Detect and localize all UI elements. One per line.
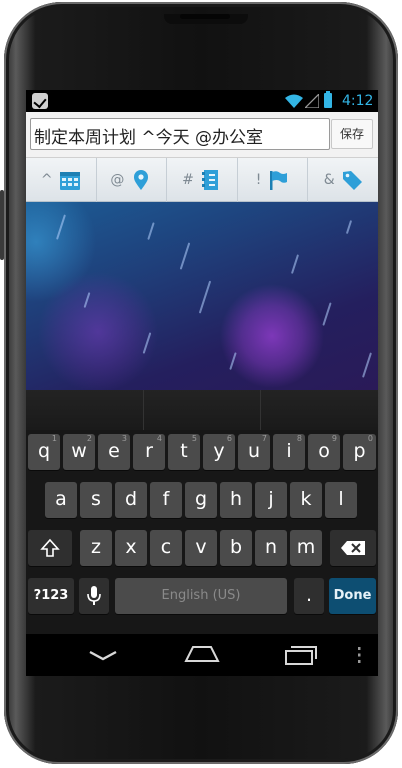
signal-icon bbox=[305, 94, 319, 108]
backspace-icon bbox=[341, 541, 365, 555]
overflow-menu-icon[interactable] bbox=[356, 646, 362, 664]
key-i[interactable]: i8 bbox=[273, 434, 305, 470]
key-h[interactable]: h bbox=[220, 482, 252, 518]
checkmark-icon bbox=[32, 93, 48, 109]
key-s[interactable]: s bbox=[80, 482, 112, 518]
key-p[interactable]: p0 bbox=[343, 434, 376, 470]
key-u[interactable]: u7 bbox=[238, 434, 270, 470]
key-l[interactable]: l bbox=[325, 482, 357, 518]
key-v[interactable]: v bbox=[185, 530, 217, 566]
date-symbol-button[interactable]: ^ bbox=[26, 158, 97, 202]
key-hint: 0 bbox=[367, 434, 373, 443]
soft-keyboard: q1 w2 e3 r4 t5 y6 u7 i8 o9 p0 a s d f g … bbox=[26, 430, 378, 634]
symbol-toolbar: ^ @ # ! & bbox=[26, 158, 378, 202]
key-o[interactable]: o9 bbox=[308, 434, 340, 470]
key-label: u bbox=[247, 440, 261, 462]
symbol-char: # bbox=[182, 172, 194, 188]
key-label: q bbox=[37, 440, 51, 462]
period-key[interactable]: . bbox=[294, 578, 324, 614]
flag-icon bbox=[270, 171, 288, 190]
key-hint: 6 bbox=[226, 434, 232, 443]
symbols-key[interactable]: ?123 bbox=[28, 578, 74, 614]
key-label: t bbox=[180, 440, 188, 462]
key-f[interactable]: f bbox=[150, 482, 182, 518]
key-label: i bbox=[286, 440, 292, 462]
tag-symbol-button[interactable]: & bbox=[308, 158, 378, 202]
list-symbol-button[interactable]: # bbox=[167, 158, 238, 202]
key-m[interactable]: m bbox=[290, 530, 322, 566]
task-entry-bar: 制定本周计划 ^今天 @办公室 保存 bbox=[26, 112, 378, 158]
symbol-char: ! bbox=[255, 172, 262, 188]
back-icon[interactable] bbox=[88, 648, 118, 662]
key-q[interactable]: q1 bbox=[28, 434, 60, 470]
symbol-char: @ bbox=[110, 172, 125, 188]
key-e[interactable]: e3 bbox=[98, 434, 130, 470]
shift-key[interactable] bbox=[28, 530, 72, 566]
navigation-bar bbox=[26, 634, 378, 676]
key-g[interactable]: g bbox=[185, 482, 217, 518]
volume-button bbox=[0, 190, 4, 260]
key-label: r bbox=[145, 440, 153, 462]
key-z[interactable]: z bbox=[80, 530, 112, 566]
battery-icon bbox=[324, 91, 332, 108]
status-bar: 4:12 bbox=[26, 90, 378, 112]
key-label: o bbox=[318, 440, 330, 462]
key-hint: 7 bbox=[261, 434, 267, 443]
key-r[interactable]: r4 bbox=[133, 434, 165, 470]
backspace-key[interactable] bbox=[330, 530, 376, 566]
key-hint: 1 bbox=[51, 434, 57, 443]
key-hint: 3 bbox=[121, 434, 127, 443]
key-hint: 8 bbox=[296, 434, 302, 443]
key-t[interactable]: t5 bbox=[168, 434, 200, 470]
key-w[interactable]: w2 bbox=[63, 434, 95, 470]
key-label: e bbox=[108, 440, 120, 462]
key-a[interactable]: a bbox=[45, 482, 77, 518]
device-screen: 4:12 制定本周计划 ^今天 @办公室 保存 ^ @ # ! & q 1 w … bbox=[26, 90, 378, 676]
suggestion-slot[interactable] bbox=[26, 390, 144, 430]
priority-symbol-button[interactable]: ! bbox=[238, 158, 309, 202]
done-key[interactable]: Done bbox=[329, 578, 376, 614]
wallpaper-background bbox=[26, 202, 378, 390]
key-x[interactable]: x bbox=[115, 530, 147, 566]
key-label: y bbox=[213, 440, 225, 462]
key-y[interactable]: y6 bbox=[203, 434, 235, 470]
recents-icon[interactable] bbox=[284, 644, 318, 666]
microphone-icon bbox=[87, 586, 101, 605]
key-hint: 4 bbox=[156, 434, 162, 443]
wifi-icon bbox=[285, 94, 303, 108]
shift-arrow-icon bbox=[40, 538, 60, 557]
task-input[interactable]: 制定本周计划 ^今天 @办公室 bbox=[30, 118, 330, 150]
key-hint: 5 bbox=[191, 434, 197, 443]
save-button[interactable]: 保存 bbox=[331, 119, 373, 149]
suggestion-strip bbox=[26, 390, 378, 430]
status-time: 4:12 bbox=[342, 93, 374, 109]
location-symbol-button[interactable]: @ bbox=[97, 158, 168, 202]
key-c[interactable]: c bbox=[150, 530, 182, 566]
key-j[interactable]: j bbox=[255, 482, 287, 518]
key-label: p bbox=[353, 440, 366, 462]
earpiece-speaker bbox=[180, 14, 230, 19]
suggestion-slot[interactable] bbox=[144, 390, 262, 430]
key-b[interactable]: b bbox=[220, 530, 252, 566]
voice-input-key[interactable] bbox=[79, 578, 109, 614]
tag-icon bbox=[342, 171, 362, 190]
key-hint: 2 bbox=[86, 434, 92, 443]
symbol-char: ^ bbox=[40, 172, 53, 188]
space-key[interactable]: English (US) bbox=[115, 578, 287, 614]
key-d[interactable]: d bbox=[115, 482, 147, 518]
suggestion-slot[interactable] bbox=[261, 390, 378, 430]
symbol-char: & bbox=[323, 172, 335, 188]
list-icon bbox=[201, 170, 218, 190]
key-n[interactable]: n bbox=[255, 530, 287, 566]
location-pin-icon bbox=[134, 170, 149, 190]
key-hint: 9 bbox=[331, 434, 337, 443]
home-icon[interactable] bbox=[183, 644, 221, 664]
key-label: w bbox=[71, 440, 87, 462]
key-k[interactable]: k bbox=[290, 482, 322, 518]
calendar-icon bbox=[59, 172, 80, 190]
